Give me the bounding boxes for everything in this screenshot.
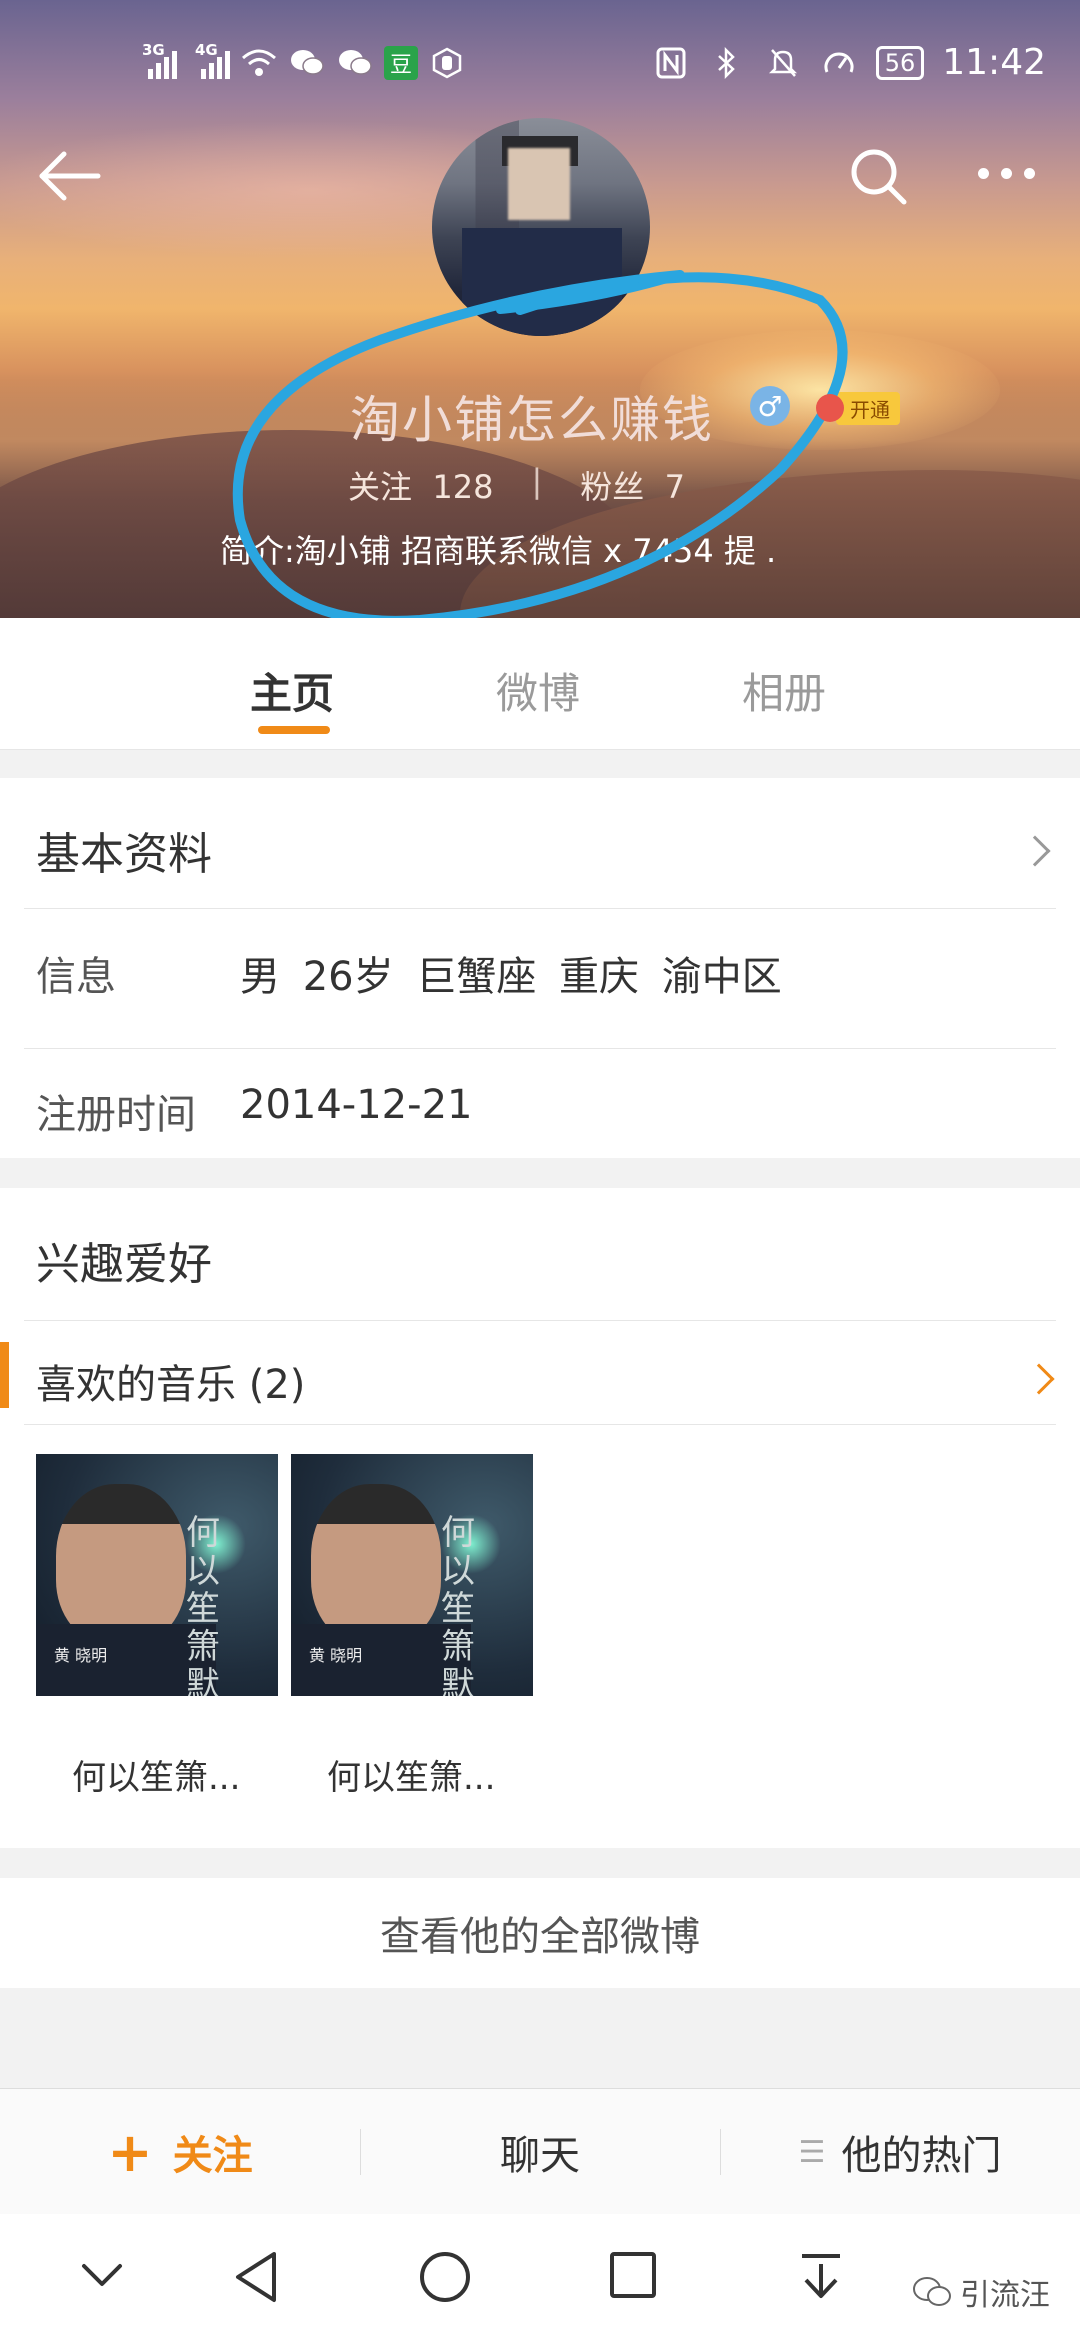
annotation-circle <box>232 270 848 618</box>
info-value: 男 26岁 巨蟹座 重庆 渝中区 <box>240 954 782 1000</box>
profile-header: 3G 4G 豆 56 11:42 淘小铺怎么赚钱 ♂ 开通 关注 128 | 粉… <box>0 0 1080 618</box>
basic-info-title[interactable]: 基本资料 <box>36 818 212 882</box>
follow-label: 关注 <box>172 2133 253 2179</box>
hot-posts-button[interactable]: ☰ 他的热门 <box>720 2089 1080 2215</box>
interests-title: 兴趣爱好 <box>36 1239 212 1290</box>
register-time-label: 注册时间 <box>36 1092 196 1138</box>
active-tab-indicator <box>258 726 330 734</box>
chat-button[interactable]: 聊天 <box>360 2089 720 2215</box>
hot-posts-label: 他的热门 <box>841 2133 1002 2179</box>
interests-card: 兴趣爱好 喜欢的音乐 (2) 何以笙箫默 黄 晓明 何以笙箫... 何以笙箫默 … <box>0 1188 1080 1848</box>
menu-lines-icon: ☰ <box>798 2134 826 2170</box>
recents-square-icon[interactable] <box>608 2250 658 2304</box>
album-cover-title: 何以笙箫默 <box>441 1513 475 1696</box>
bottom-action-bar: + 关注 聊天 ☰ 他的热门 <box>0 2088 1080 2214</box>
divider <box>24 1320 1056 1321</box>
register-time-value: 2014-12-21 <box>240 1082 473 1128</box>
album-cover-title: 何以笙箫默 <box>186 1513 220 1696</box>
album-cover[interactable]: 何以笙箫默 黄 晓明 <box>36 1454 278 1696</box>
album-caption[interactable]: 何以笙箫... <box>327 1750 495 1799</box>
divider <box>24 1048 1056 1049</box>
watermark-text: 引流汪 <box>960 2278 1050 2313</box>
album-caption[interactable]: 何以笙箫... <box>72 1750 240 1799</box>
back-triangle-icon[interactable] <box>232 2250 280 2308</box>
heart-icon <box>816 394 844 422</box>
wechat-watermark-icon <box>913 2277 951 2306</box>
watermark: 引流汪 <box>912 2270 1050 2314</box>
chat-label: 聊天 <box>500 2133 580 2179</box>
collapse-chevron-icon[interactable] <box>80 2260 124 2294</box>
follow-button[interactable]: + 关注 <box>0 2089 360 2215</box>
tab-weibo[interactable]: 微博 <box>496 660 580 721</box>
view-all-weibo-button[interactable]: 查看他的全部微博 <box>0 1878 1080 1988</box>
info-label: 信息 <box>36 954 116 1000</box>
notification-pulldown-icon[interactable] <box>798 2250 844 2308</box>
divider <box>24 908 1056 909</box>
section-accent-bar <box>0 1342 9 1408</box>
chevron-right-icon[interactable] <box>1023 1363 1055 1395</box>
profile-tabs: 主页 微博 相册 <box>0 618 1080 750</box>
chevron-right-icon[interactable] <box>1019 835 1051 867</box>
divider <box>24 1424 1056 1425</box>
favorite-music-title[interactable]: 喜欢的音乐 (2) <box>36 1352 305 1410</box>
plus-icon: + <box>107 2120 153 2184</box>
album-cover[interactable]: 何以笙箫默 黄 晓明 <box>291 1454 533 1696</box>
basic-info-card: 基本资料 信息 男 26岁 巨蟹座 重庆 渝中区 注册时间 2014-12-21 <box>0 778 1080 1158</box>
album-singer: 黄 晓明 <box>309 1646 363 1665</box>
tab-album[interactable]: 相册 <box>742 660 826 721</box>
tab-home[interactable]: 主页 <box>250 660 334 721</box>
home-circle-icon[interactable] <box>418 2250 472 2308</box>
album-singer: 黄 晓明 <box>54 1646 108 1665</box>
